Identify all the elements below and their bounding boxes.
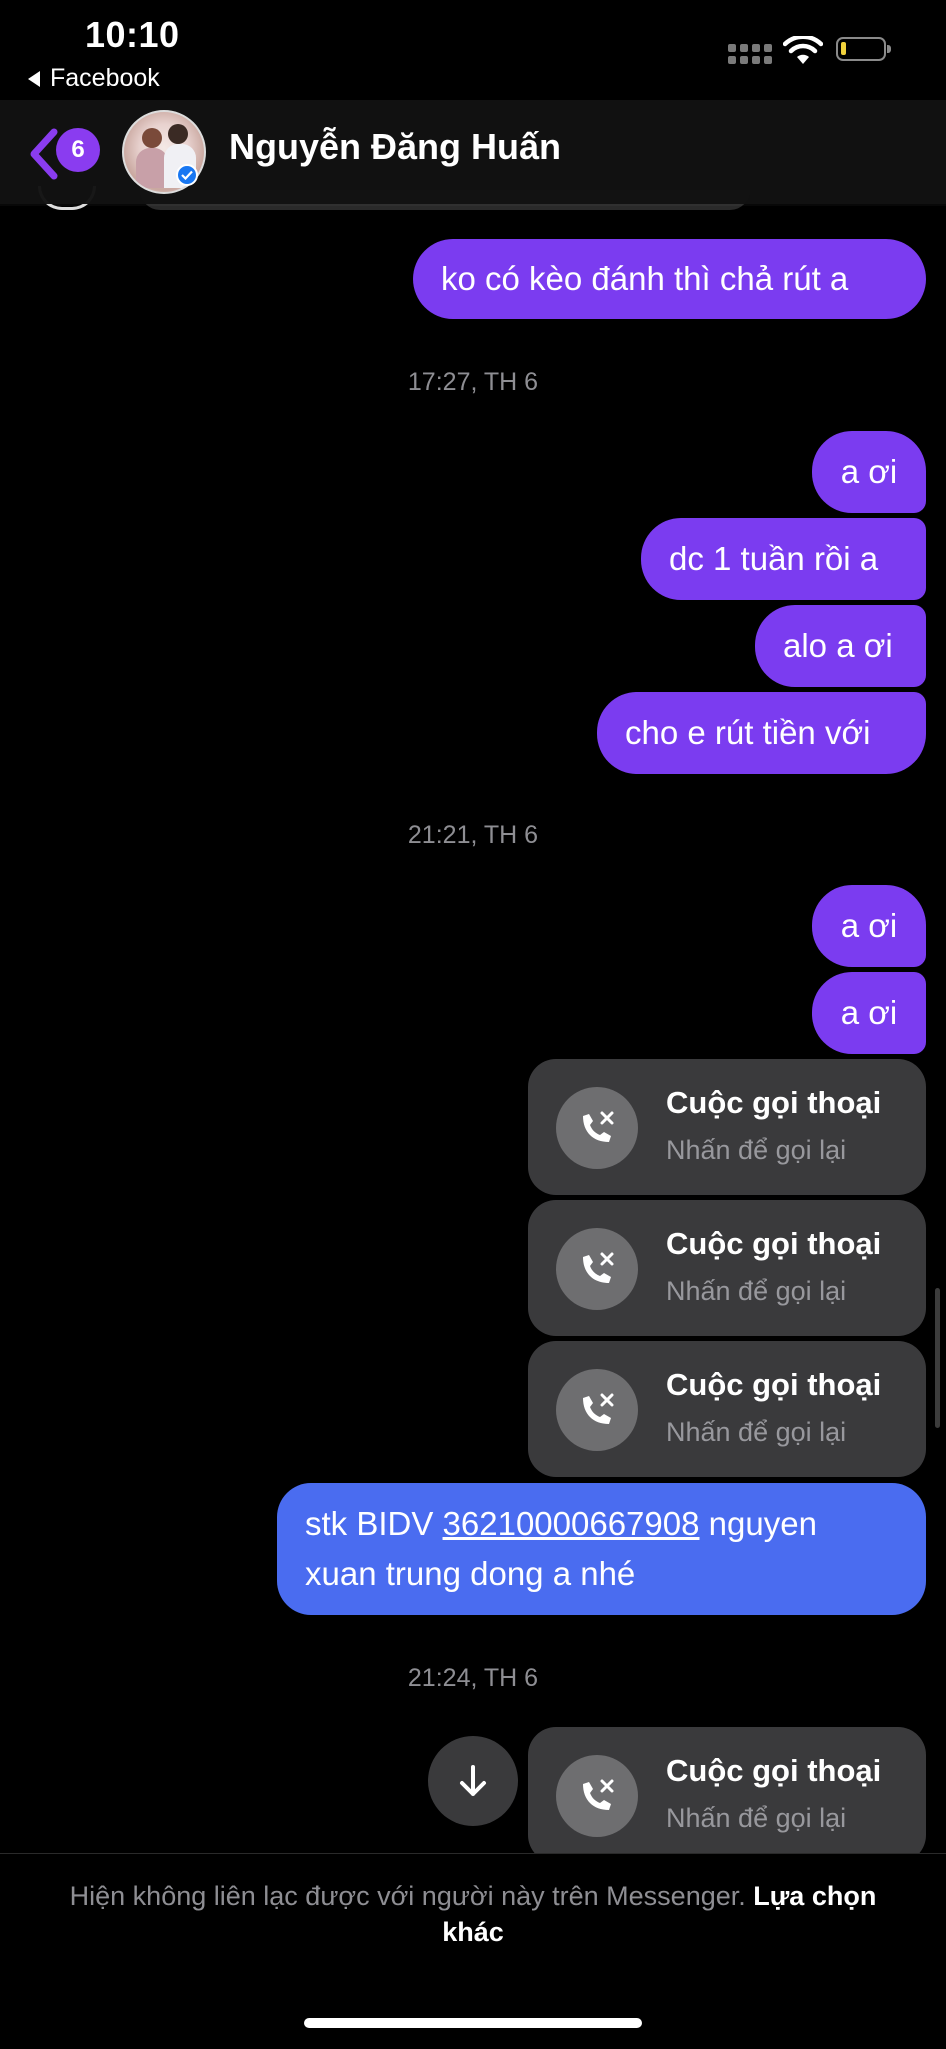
message-bubble[interactable]: ko có kèo đánh thì chả rút a [413,239,926,319]
call-title: Cuộc gọi thoại [666,1085,882,1120]
arrow-down-icon [460,1765,486,1796]
message-timestamp: 21:21, TH 6 [407,821,539,849]
missed-call-icon [556,1755,638,1837]
wifi-icon [782,34,824,71]
missed-call-icon [556,1369,638,1451]
back-to-app-link[interactable]: Facebook [28,64,160,93]
cellular-signal-icon [728,44,772,64]
bank-account-message[interactable]: stk BIDV 36210000667908 nguyen xuan trun… [277,1483,926,1615]
call-subtitle: Nhấn để gọi lại [666,1803,847,1833]
missed-call-icon [556,1228,638,1310]
call-title: Cuộc gọi thoại [666,1753,882,1788]
message-bubble[interactable]: alo a ơi [755,605,926,687]
stk-line2: xuan trung dong a nhé [305,1555,636,1592]
scroll-to-bottom-button[interactable] [428,1736,518,1826]
call-subtitle: Nhấn để gọi lại [666,1417,847,1447]
missed-call-card[interactable]: Cuộc gọi thoại Nhấn để gọi lại [528,1341,926,1477]
missed-call-icon [556,1087,638,1169]
verified-icon [176,164,198,186]
call-subtitle: Nhấn để gọi lại [666,1276,847,1306]
stk-suffix: nguyen [699,1505,817,1542]
battery-icon [836,37,891,61]
unread-badge: 6 [56,128,100,172]
message-bubble[interactable]: a ơi [812,885,926,967]
missed-call-card[interactable]: Cuộc gọi thoại Nhấn để gọi lại [528,1200,926,1336]
call-title: Cuộc gọi thoại [666,1226,882,1261]
call-title: Cuộc gọi thoại [666,1367,882,1402]
back-app-label: Facebook [50,64,160,92]
missed-call-card[interactable]: Cuộc gọi thoại Nhấn để gọi lại [528,1059,926,1195]
notice-text: Hiện không liên lạc được với người này t… [69,1881,754,1911]
account-number-link[interactable]: 36210000667908 [443,1505,700,1542]
message-timestamp: 21:24, TH 6 [407,1664,539,1692]
back-triangle-icon [28,70,40,87]
contact-name[interactable]: Nguyễn Đăng Huấn [229,126,561,168]
message-bubble[interactable]: a ơi [812,431,926,513]
call-subtitle: Nhấn để gọi lại [666,1135,847,1165]
message-timestamp: 17:27, TH 6 [407,368,539,396]
missed-call-card[interactable]: Cuộc gọi thoại Nhấn để gọi lại [528,1727,926,1863]
stk-prefix: stk BIDV [305,1505,443,1542]
status-time: 10:10 [85,14,180,55]
scrollbar[interactable] [935,1288,940,1428]
home-indicator[interactable] [304,2018,642,2028]
unavailable-notice: Hiện không liên lạc được với người này t… [40,1878,906,1950]
message-bubble[interactable]: dc 1 tuần rồi a [641,518,926,600]
message-bubble[interactable]: cho e rút tiền với [597,692,926,774]
message-bubble[interactable]: a ơi [812,972,926,1054]
